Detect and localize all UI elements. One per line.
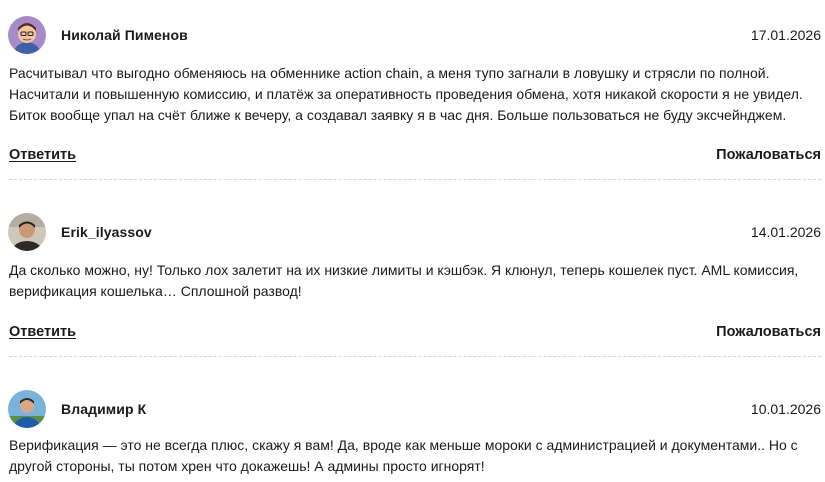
comment-date: 10.01.2026 — [750, 401, 821, 417]
avatar-photo-icon — [8, 213, 46, 251]
comment-actions: Ответить Пожаловаться — [0, 324, 825, 344]
comment-text: Да сколько можно, ну! Только лох залетит… — [9, 262, 799, 299]
comment-item: Erik_ilyassov 14.01.2026 Да сколько можн… — [0, 213, 825, 363]
avatar-photo-icon — [8, 390, 46, 428]
report-link[interactable]: Пожаловаться — [716, 147, 821, 163]
report-link[interactable]: Пожаловаться — [716, 324, 821, 340]
comment-header: Erik_ilyassov 14.01.2026 — [0, 213, 825, 253]
comment-author: Николай Пименов — [61, 27, 188, 43]
reply-link[interactable]: Ответить — [9, 324, 76, 340]
comment-divider — [9, 179, 821, 180]
avatar — [8, 390, 46, 428]
comment-header: Владимир К 10.01.2026 — [0, 390, 825, 430]
comment-author: Erik_ilyassov — [61, 224, 152, 240]
avatar — [8, 213, 46, 251]
comment-item: Владимир К 10.01.2026 Верификация — это … — [0, 390, 825, 482]
comment-header: Николай Пименов 17.01.2026 — [0, 16, 825, 56]
comment-item: Николай Пименов 17.01.2026 Расчитывал чт… — [0, 16, 825, 186]
comment-actions: Ответить Пожаловаться — [0, 147, 825, 167]
comment-date: 17.01.2026 — [750, 27, 821, 43]
reply-link[interactable]: Ответить — [9, 147, 76, 163]
avatar — [8, 16, 46, 54]
comment-text: Верификация — это не всегда плюс, скажу … — [9, 437, 798, 474]
comment-divider — [9, 356, 821, 357]
comment-author: Владимир К — [61, 401, 147, 417]
avatar-cartoon-icon — [8, 16, 46, 54]
comment-text: Расчитывал что выгодно обменяюсь на обме… — [9, 65, 803, 123]
comment-date: 14.01.2026 — [750, 224, 821, 240]
